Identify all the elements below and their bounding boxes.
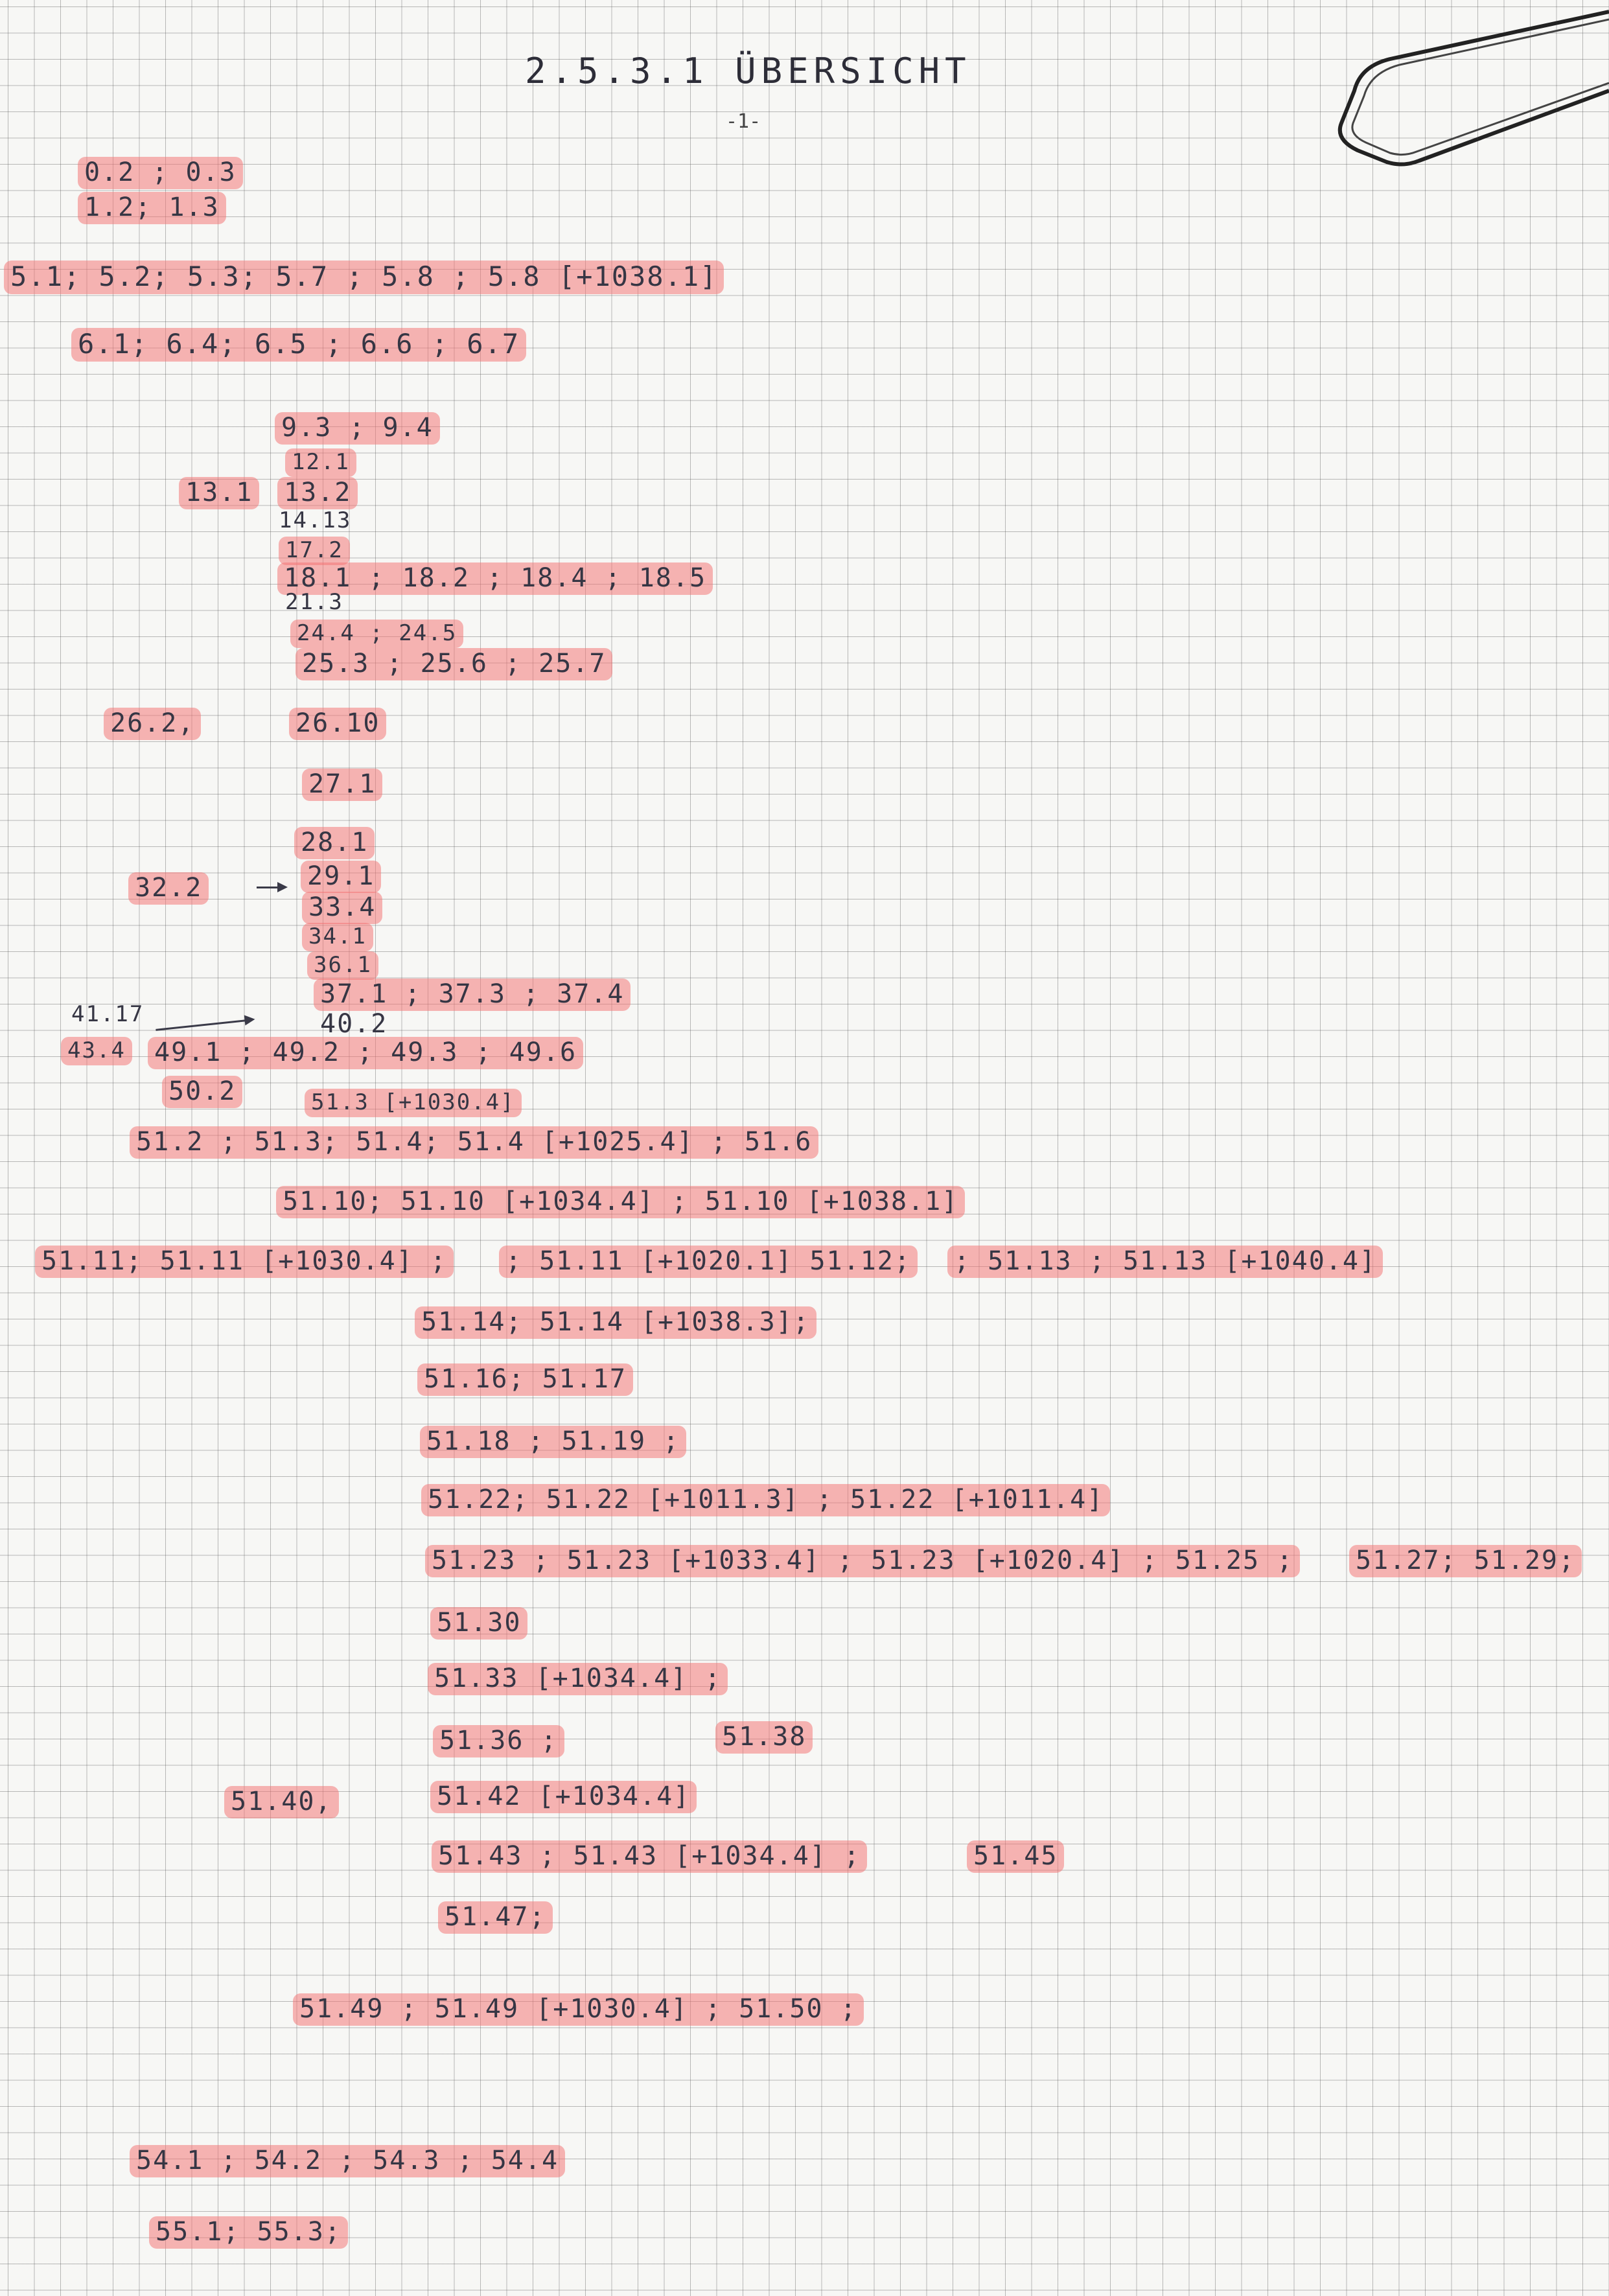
entry-26-2: 26.2,	[104, 708, 202, 740]
page-title: 2.5.3.1 ÜBERSICHT	[525, 51, 971, 91]
entry-51-13: ; 51.13 ; 51.13 [+1040.4]	[947, 1246, 1383, 1278]
entry-27-1: 27.1	[302, 769, 383, 801]
entry-51-18: 51.18 ; 51.19 ;	[420, 1426, 687, 1458]
entry-51-33: 51.33 [+1034.4] ;	[428, 1663, 728, 1695]
entry-13-2: 13.2	[277, 477, 358, 509]
entry-0-2: 0.2 ; 0.3	[78, 157, 243, 189]
entry-21-3: 21.3	[285, 589, 343, 615]
entry-5-1: 5.1; 5.2; 5.3; 5.7 ; 5.8 ; 5.8 [+1038.1]	[4, 261, 724, 294]
entry-26-10: 26.10	[289, 708, 387, 740]
entry-41-17: 41.17	[71, 1001, 145, 1027]
entry-51-14: 51.14; 51.14 [+1038.3];	[415, 1306, 816, 1339]
entry-51-30: 51.30	[430, 1607, 528, 1640]
paper-clip-icon	[1337, 10, 1609, 167]
entry-28-1: 28.1	[294, 827, 375, 859]
entry-40-2: 40.2	[320, 1009, 388, 1039]
entry-54-1: 54.1 ; 54.2 ; 54.3 ; 54.4	[130, 2145, 566, 2177]
entry-24-4: 24.4 ; 24.5	[290, 620, 464, 648]
entry-12-1: 12.1	[285, 448, 356, 477]
page-number: -1-	[726, 110, 761, 133]
entry-51-11-ref: ; 51.11 [+1020.1] 51.12;	[499, 1246, 918, 1278]
entry-51-3-ref: 51.3 [+1030.4]	[305, 1089, 522, 1117]
entry-51-45: 51.45	[967, 1840, 1065, 1873]
entry-33-4: 33.4	[302, 892, 383, 924]
entry-36-1: 36.1	[307, 951, 378, 980]
entry-17-2: 17.2	[279, 537, 350, 565]
entry-51-49: 51.49 ; 51.49 [+1030.4] ; 51.50 ;	[293, 1993, 864, 2026]
arrow-icon	[156, 1019, 253, 1031]
notebook-page: 2.5.3.1 ÜBERSICHT -1- 0.2 ; 0.3 1.2; 1.3…	[0, 0, 1609, 2296]
entry-34-1: 34.1	[302, 923, 373, 951]
entry-51-42: 51.42 [+1034.4]	[430, 1781, 697, 1813]
entry-51-40: 51.40,	[224, 1786, 339, 1818]
entry-51-16: 51.16; 51.17	[417, 1363, 633, 1396]
entry-51-11: 51.11; 51.11 [+1030.4] ;	[35, 1246, 454, 1278]
entry-51-27: 51.27; 51.29;	[1349, 1545, 1582, 1577]
entry-6-1: 6.1; 6.4; 6.5 ; 6.6 ; 6.7	[71, 328, 527, 362]
entry-13-1: 13.1	[179, 477, 260, 509]
entry-29-1: 29.1	[301, 861, 382, 893]
entry-37-1: 37.1 ; 37.3 ; 37.4	[314, 979, 631, 1011]
entry-51-10: 51.10; 51.10 [+1034.4] ; 51.10 [+1038.1]	[276, 1186, 966, 1218]
entry-51-22: 51.22; 51.22 [+1011.3] ; 51.22 [+1011.4]	[421, 1484, 1111, 1516]
entry-50-2: 50.2	[162, 1076, 243, 1108]
entry-25-3: 25.3 ; 25.6 ; 25.7	[295, 648, 613, 680]
entry-9-3: 9.3 ; 9.4	[275, 412, 440, 445]
entry-14-13: 14.13	[279, 507, 352, 533]
entry-55-1: 55.1; 55.3;	[149, 2216, 348, 2249]
entry-49-1: 49.1 ; 49.2 ; 49.3 ; 49.6	[148, 1037, 584, 1069]
entry-51-43: 51.43 ; 51.43 [+1034.4] ;	[432, 1840, 868, 1873]
entry-51-38: 51.38	[715, 1721, 813, 1754]
entry-51-36: 51.36 ;	[433, 1725, 564, 1757]
entry-43-4: 43.4	[61, 1037, 132, 1065]
entry-32-2: 32.2	[128, 872, 209, 905]
entry-51-47: 51.47;	[438, 1901, 553, 1934]
arrow-icon	[257, 882, 288, 892]
entry-51-23: 51.23 ; 51.23 [+1033.4] ; 51.23 [+1020.4…	[425, 1545, 1301, 1577]
entry-1-2: 1.2; 1.3	[78, 192, 226, 224]
entry-51-2: 51.2 ; 51.3; 51.4; 51.4 [+1025.4] ; 51.6	[130, 1126, 819, 1159]
